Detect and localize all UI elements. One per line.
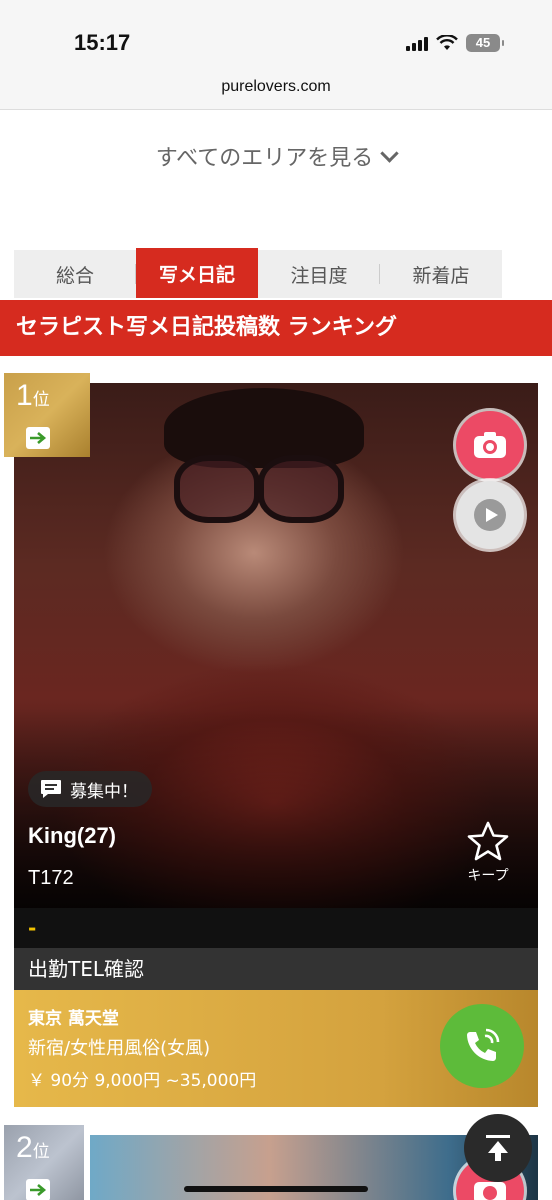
- rank-arrow-icon: [26, 1179, 50, 1200]
- scroll-to-top-button[interactable]: [464, 1114, 532, 1182]
- ranking-tabs: 総合 写メ日記 注目度 新着店: [14, 248, 502, 298]
- tab-new-shops[interactable]: 新着店: [380, 250, 502, 298]
- schedule-row: -: [14, 908, 538, 948]
- status-icons: 45: [406, 34, 504, 52]
- therapist-photo[interactable]: 募集中！ King(27) T172 キープ: [14, 383, 538, 908]
- camera-icon: [474, 432, 506, 458]
- rank-suffix: 位: [32, 1142, 50, 1161]
- call-button[interactable]: [440, 1004, 524, 1088]
- tab-overall[interactable]: 総合: [14, 250, 136, 298]
- ranking-card[interactable]: 募集中！ King(27) T172 キープ 1位 - 出勤TEL確認 東京 萬…: [4, 373, 538, 1107]
- all-areas-link[interactable]: すべてのエリアを見る: [0, 140, 552, 172]
- recruit-badge: 募集中！: [28, 771, 152, 807]
- tab-photo-diary[interactable]: 写メ日記: [136, 248, 258, 298]
- keep-button[interactable]: キープ: [458, 821, 518, 885]
- camera-button[interactable]: [456, 411, 524, 479]
- shop-name[interactable]: 東京 萬天堂: [28, 1004, 119, 1029]
- phone-icon: [467, 1028, 500, 1061]
- wifi-icon: [436, 35, 458, 50]
- status-time: 15:17: [74, 30, 131, 55]
- battery-indicator: 45: [466, 34, 504, 52]
- recruit-label: 募集中！: [70, 781, 138, 802]
- signal-icon: [406, 35, 428, 51]
- play-icon: [474, 499, 506, 531]
- shop-info[interactable]: 東京 萬天堂 新宿/女性用風俗(女風) ￥ 90分 9,000円 ~35,000…: [14, 990, 538, 1107]
- photo-glasses-shape: [174, 455, 344, 523]
- video-button[interactable]: [456, 481, 524, 549]
- shop-category: 新宿/女性用風俗(女風): [28, 1038, 211, 1059]
- ranking-title: セラピスト写メ日記投稿数 ランキング: [0, 300, 552, 356]
- rank-number: 2位: [16, 1131, 50, 1165]
- home-indicator: [184, 1186, 368, 1192]
- rank-arrow-icon: [26, 427, 50, 449]
- rank-badge: 1位: [4, 373, 90, 457]
- tel-confirm-row[interactable]: 出勤TEL確認: [14, 948, 538, 990]
- rank-number: 1位: [16, 379, 50, 413]
- chat-icon: [41, 780, 61, 798]
- all-areas-label: すべてのエリアを見る: [155, 146, 374, 171]
- rank-badge: 2位: [4, 1125, 84, 1200]
- therapist-height: T172: [28, 867, 74, 889]
- browser-chrome: 15:17 45 purelovers.com: [0, 0, 552, 110]
- rank-digit: 1: [16, 379, 33, 412]
- arrow-up-icon: [486, 1135, 510, 1161]
- star-icon: [467, 821, 509, 861]
- rank-suffix: 位: [32, 390, 50, 409]
- tab-attention[interactable]: 注目度: [258, 250, 380, 298]
- shop-price: ￥ 90分 9,000円 ~35,000円: [28, 1071, 257, 1091]
- url-bar[interactable]: purelovers.com: [0, 78, 552, 96]
- keep-label: キープ: [467, 868, 509, 884]
- rank-digit: 2: [16, 1131, 33, 1164]
- chevron-down-icon: [380, 144, 399, 163]
- therapist-name[interactable]: King(27): [28, 823, 116, 849]
